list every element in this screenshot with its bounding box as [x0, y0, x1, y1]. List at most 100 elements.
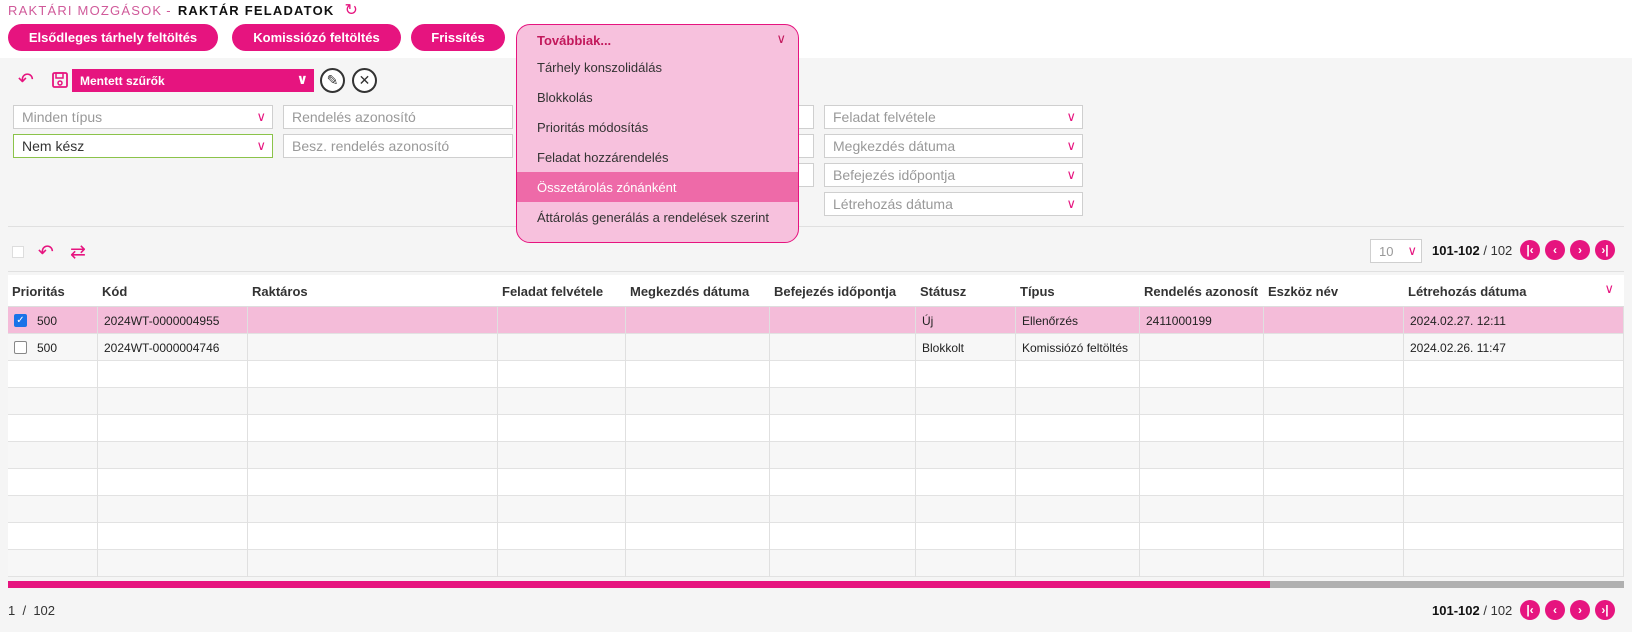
swap-icon[interactable]: ⇄: [66, 240, 90, 264]
col-header-code[interactable]: Kód: [98, 275, 248, 307]
table-cell-order-id: [1140, 415, 1264, 442]
table-cell-status: [916, 415, 1016, 442]
table-cell-created: 2024.02.27. 12:11: [1404, 307, 1624, 334]
menu-item-storage-consolidation[interactable]: Tárhely konszolidálás: [517, 52, 798, 82]
row-checkbox[interactable]: ✓: [14, 314, 27, 327]
end-time-filter[interactable]: Befejezés időpontja ∨: [824, 163, 1083, 187]
col-header-created[interactable]: Létrehozás dátuma: [1404, 275, 1584, 307]
table-row[interactable]: [8, 469, 1624, 496]
table-cell-end-time: [770, 469, 916, 496]
col-header-type[interactable]: Típus: [1016, 275, 1140, 307]
first-page-icon[interactable]: |‹: [1520, 600, 1540, 620]
prev-page-icon[interactable]: ‹: [1545, 600, 1565, 620]
next-page-icon[interactable]: ›: [1570, 240, 1590, 260]
table-cell-start-date: [626, 442, 770, 469]
table-cell-created: [1404, 415, 1624, 442]
col-header-end-time[interactable]: Befejezés időpontja: [770, 275, 916, 307]
cell-text: 2024.02.27. 12:11: [1410, 313, 1506, 328]
next-page-icon[interactable]: ›: [1570, 600, 1590, 620]
table-cell-created: [1404, 442, 1624, 469]
refresh-icon[interactable]: ↻: [344, 0, 359, 20]
primary-storage-fill-button[interactable]: Elsődleges tárhely feltöltés: [8, 24, 218, 51]
menu-item-zone-co-storage[interactable]: Összetárolás zónánként: [517, 172, 798, 202]
col-header-status[interactable]: Státusz: [916, 275, 1016, 307]
select-all-checkbox[interactable]: [12, 246, 24, 258]
reset-filters-icon[interactable]: ↶: [14, 68, 38, 92]
last-page-icon[interactable]: ›|: [1595, 600, 1615, 620]
breadcrumb: RAKTÁRI MOZGÁSOK - RAKTÁR FELADATOK ↻: [8, 0, 359, 20]
table-row[interactable]: ✓ 500 2024WT-0000004955 Új Ellenőrzés 2411000…: [8, 307, 1624, 334]
table-row[interactable]: [8, 550, 1624, 577]
table-cell-task-received: [498, 307, 626, 334]
cell-text: 2024WT-0000004746: [104, 340, 220, 355]
scrollbar-thumb[interactable]: [8, 581, 1270, 588]
row-checkbox[interactable]: [14, 341, 27, 354]
table-cell-warehouseman: [248, 523, 498, 550]
table-cell-type: [1016, 442, 1140, 469]
table-row[interactable]: [8, 496, 1624, 523]
undo-icon[interactable]: ↶: [34, 240, 58, 264]
table-cell-priority: [8, 496, 98, 523]
table-cell-end-time: [770, 415, 916, 442]
table-cell-start-date: [626, 469, 770, 496]
saved-filters-select[interactable]: Mentett szűrők ∨: [72, 69, 314, 92]
order-id-input[interactable]: Rendelés azonosító: [283, 105, 513, 129]
table-cell-end-time: [770, 307, 916, 334]
table-row[interactable]: [8, 415, 1624, 442]
col-header-device[interactable]: Eszköz név: [1264, 275, 1404, 307]
menu-item-blocking[interactable]: Blokkolás: [517, 82, 798, 112]
table-cell-warehouseman: [248, 496, 498, 523]
last-page-icon[interactable]: ›|: [1595, 240, 1615, 260]
menu-item-relocation-by-orders[interactable]: Áttárolás generálás a rendelések szerint: [517, 202, 798, 232]
table-row[interactable]: 500 2024WT-0000004746 Blokkolt Komissiózó f…: [8, 334, 1624, 361]
status-filter-select[interactable]: Nem kész ∨: [13, 134, 273, 158]
col-header-task-received[interactable]: Feladat felvétele: [498, 275, 626, 307]
table-cell-code: [98, 442, 248, 469]
breadcrumb-parent[interactable]: RAKTÁRI MOZGÁSOK: [8, 3, 162, 18]
close-icon[interactable]: ✕: [352, 68, 377, 93]
table-cell-type: [1016, 415, 1140, 442]
pencil-icon[interactable]: ✎: [320, 68, 345, 93]
created-date-filter[interactable]: Létrehozás dátuma ∨: [824, 192, 1083, 216]
first-page-icon[interactable]: |‹: [1520, 240, 1540, 260]
col-header-priority[interactable]: Prioritás: [8, 275, 98, 307]
picker-fill-button[interactable]: Komissiózó feltöltés: [232, 24, 401, 51]
purchase-order-input[interactable]: Besz. rendelés azonosító: [283, 134, 513, 158]
table-cell-status: [916, 550, 1016, 577]
type-filter-select[interactable]: Minden típus ∨: [13, 105, 273, 129]
menu-item-task-assignment[interactable]: Feladat hozzárendelés: [517, 142, 798, 172]
col-header-start-date[interactable]: Megkezdés dátuma: [626, 275, 770, 307]
prev-page-icon[interactable]: ‹: [1545, 240, 1565, 260]
table-cell-created: [1404, 550, 1624, 577]
table-cell-status: [916, 388, 1016, 415]
table-row[interactable]: [8, 361, 1624, 388]
chevron-down-icon[interactable]: ∨: [776, 31, 786, 47]
filter-toolbar: ↶: [14, 68, 72, 92]
table-cell-warehouseman: [248, 415, 498, 442]
table-cell-task-received: [498, 334, 626, 361]
menu-item-priority-change[interactable]: Prioritás módosítás: [517, 112, 798, 142]
refresh-button[interactable]: Frissítés: [411, 24, 505, 51]
table-cell-warehouseman: [248, 307, 498, 334]
col-header-order-id[interactable]: Rendelés azonosít: [1140, 275, 1264, 307]
column-menu-icon[interactable]: ∨: [1604, 281, 1614, 297]
table-cell-code: 2024WT-0000004746: [98, 334, 248, 361]
start-date-filter[interactable]: Megkezdés dátuma ∨: [824, 134, 1083, 158]
table-cell-created: [1404, 469, 1624, 496]
table-cell-end-time: [770, 442, 916, 469]
horizontal-scrollbar[interactable]: [8, 581, 1624, 588]
save-icon[interactable]: [48, 68, 72, 92]
more-actions-button[interactable]: Továbbiak...: [537, 33, 611, 48]
table-row[interactable]: [8, 523, 1624, 550]
page-size-select[interactable]: 10 ∨: [1370, 239, 1422, 263]
table-row[interactable]: [8, 442, 1624, 469]
task-received-filter[interactable]: Feladat felvétele ∨: [824, 105, 1083, 129]
table-cell-created: [1404, 361, 1624, 388]
table-cell-device: [1264, 496, 1404, 523]
table-cell-type: Ellenőrzés: [1016, 307, 1140, 334]
table-cell-end-time: [770, 388, 916, 415]
created-date-placeholder: Létrehozás dátuma: [833, 196, 953, 212]
table-cell-device: [1264, 388, 1404, 415]
table-row[interactable]: [8, 388, 1624, 415]
col-header-warehouseman[interactable]: Raktáros: [248, 275, 498, 307]
